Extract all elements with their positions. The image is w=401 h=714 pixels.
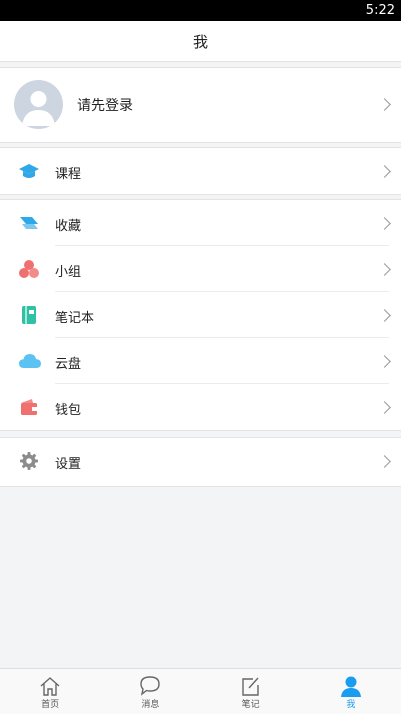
chat-icon xyxy=(138,675,162,697)
menu-item-label: 课程 xyxy=(55,167,82,182)
group-icon xyxy=(19,259,39,279)
page-title: 我 xyxy=(192,32,208,51)
course-section: 课程 xyxy=(0,147,401,195)
home-icon xyxy=(38,675,62,697)
chevron-right-icon xyxy=(378,401,391,414)
edit-note-icon xyxy=(239,675,263,697)
wallet-icon xyxy=(19,397,39,417)
chevron-right-icon xyxy=(378,309,391,322)
tab-label: 首页 xyxy=(41,700,60,710)
status-time: 5:22 xyxy=(365,3,395,18)
menu-item-wallet[interactable]: 钱包 xyxy=(0,384,401,430)
menu-list: 收藏 小组 笔记本 云盘 钱包 xyxy=(0,199,401,431)
menu-item-label: 小组 xyxy=(55,265,82,280)
menu-item-label: 钱包 xyxy=(55,403,82,418)
tab-label: 笔记 xyxy=(241,700,260,710)
page-header: 我 xyxy=(0,21,401,62)
person-icon xyxy=(339,675,363,697)
graduation-cap-icon xyxy=(19,161,39,181)
bottom-tab-bar: 首页 消息 笔记 我 xyxy=(0,668,401,714)
login-prompt: 请先登录 xyxy=(77,98,133,114)
menu-item-notebook[interactable]: 笔记本 xyxy=(0,292,401,338)
tab-messages[interactable]: 消息 xyxy=(100,669,200,714)
tab-me[interactable]: 我 xyxy=(301,669,401,714)
tab-label: 我 xyxy=(346,700,356,710)
chevron-right-icon xyxy=(378,217,391,230)
menu-item-label: 笔记本 xyxy=(55,311,95,326)
tab-home[interactable]: 首页 xyxy=(0,669,100,714)
settings-section: 设置 xyxy=(0,437,401,487)
gear-icon xyxy=(19,451,39,471)
chevron-right-icon xyxy=(378,165,391,178)
menu-item-settings[interactable]: 设置 xyxy=(0,438,401,486)
menu-item-label: 云盘 xyxy=(55,357,82,372)
menu-item-group[interactable]: 小组 xyxy=(0,246,401,292)
status-bar: 5:22 xyxy=(0,0,401,21)
chevron-right-icon xyxy=(378,263,391,276)
chevron-right-icon xyxy=(378,455,391,468)
chevron-right-icon xyxy=(378,355,391,368)
notebook-icon xyxy=(19,305,39,325)
avatar xyxy=(14,80,63,129)
chevron-right-icon xyxy=(378,98,391,111)
bookmark-icon xyxy=(19,213,39,233)
profile-login-row[interactable]: 请先登录 xyxy=(0,67,401,143)
menu-item-label: 设置 xyxy=(55,457,82,472)
menu-item-favorites[interactable]: 收藏 xyxy=(0,200,401,246)
menu-item-label: 收藏 xyxy=(55,219,82,234)
menu-item-cloud-drive[interactable]: 云盘 xyxy=(0,338,401,384)
cloud-icon xyxy=(19,351,41,371)
tab-notes[interactable]: 笔记 xyxy=(201,669,301,714)
tab-label: 消息 xyxy=(141,700,160,710)
menu-item-course[interactable]: 课程 xyxy=(0,148,401,194)
